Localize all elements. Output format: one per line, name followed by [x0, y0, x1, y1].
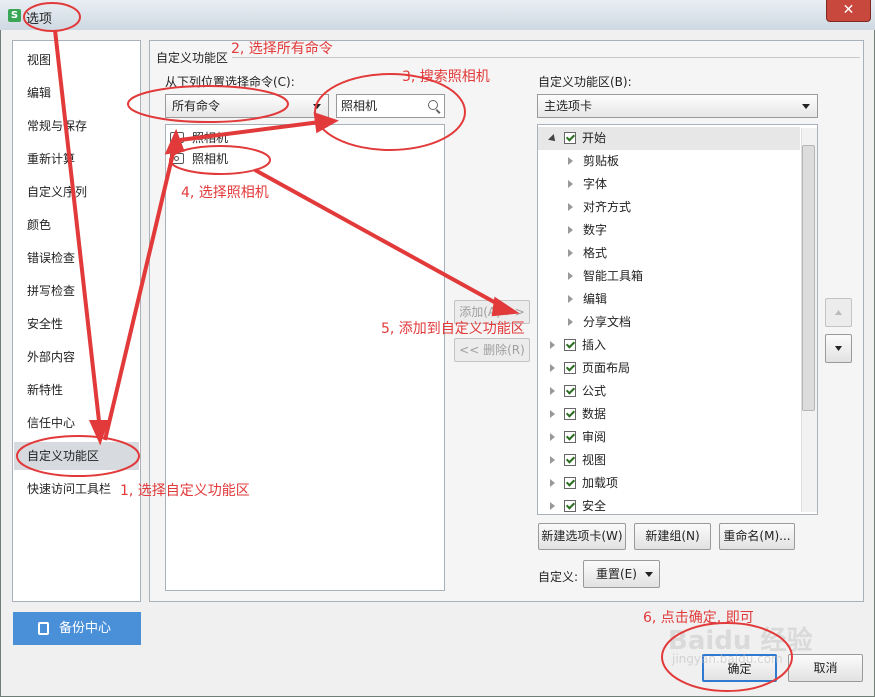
annotation-step6: 6, 点击确定, 即可	[643, 610, 754, 626]
annotation-step4: 4, 选择照相机	[181, 185, 269, 201]
annotation-arrow	[103, 144, 177, 441]
annotation-circle	[16, 435, 140, 477]
annotation-arrow	[53, 29, 102, 431]
annotation-circle	[169, 145, 271, 175]
annotation-step1: 1, 选择自定义功能区	[120, 483, 250, 499]
annotation-circle	[127, 85, 289, 123]
annotation-circle	[661, 622, 793, 692]
annotation-arrow	[254, 168, 506, 310]
annotation-step2: 2, 选择所有命令	[231, 41, 333, 57]
annotation-step3: 3, 搜索照相机	[402, 69, 490, 85]
annotation-arrow	[179, 120, 321, 142]
annotation-step5: 5, 添加到自定义功能区	[381, 321, 525, 337]
arrow-head-icon	[313, 112, 339, 134]
annotation-circle	[23, 2, 81, 32]
arrow-head-icon	[491, 296, 520, 317]
arrow-head-icon	[164, 128, 185, 155]
annotation-overlay	[16, 2, 793, 692]
